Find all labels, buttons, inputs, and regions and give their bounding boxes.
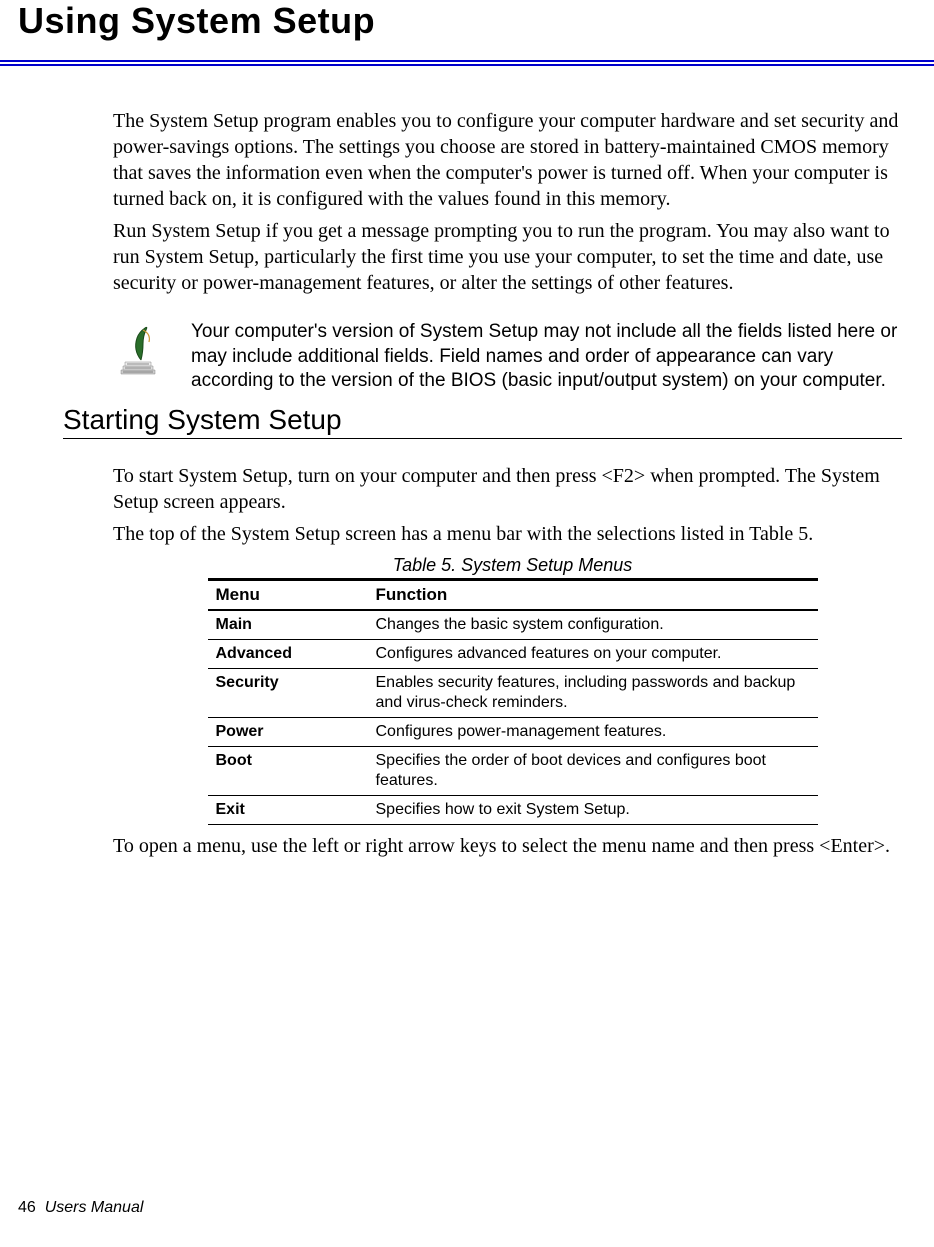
- table-cell-function: Specifies how to exit System Setup.: [368, 796, 818, 825]
- table-cell-function: Specifies the order of boot devices and …: [368, 747, 818, 796]
- table-cell-menu: Main: [208, 610, 368, 640]
- table-row: Advanced Configures advanced features on…: [208, 640, 818, 669]
- table-row: Boot Specifies the order of boot devices…: [208, 747, 818, 796]
- table-header-menu: Menu: [208, 580, 368, 611]
- footer-label: Users Manual: [45, 1199, 144, 1216]
- table-row: Power Configures power-management featur…: [208, 718, 818, 747]
- table-cell-menu: Security: [208, 669, 368, 718]
- section-heading: Starting System Setup: [63, 404, 912, 438]
- section-divider: [63, 438, 902, 439]
- table-cell-function: Enables security features, including pas…: [368, 669, 818, 718]
- table-cell-function: Configures power-management features.: [368, 718, 818, 747]
- note-icon: [113, 322, 163, 387]
- page-footer: 46 Users Manual: [18, 1199, 143, 1217]
- section-paragraph-1: To start System Setup, turn on your comp…: [113, 463, 912, 515]
- table-caption: Table 5. System Setup Menus: [113, 555, 912, 576]
- note-block: Your computer's version of System Setup …: [113, 320, 912, 394]
- intro-paragraph-2: Run System Setup if you get a message pr…: [113, 218, 912, 296]
- main-content: The System Setup program enables you to …: [0, 66, 934, 859]
- note-text: Your computer's version of System Setup …: [191, 320, 912, 394]
- section-paragraph-2: The top of the System Setup screen has a…: [113, 521, 912, 547]
- table-row: Exit Specifies how to exit System Setup.: [208, 796, 818, 825]
- intro-paragraph-1: The System Setup program enables you to …: [113, 108, 912, 212]
- table-cell-function: Configures advanced features on your com…: [368, 640, 818, 669]
- closing-paragraph: To open a menu, use the left or right ar…: [113, 833, 912, 859]
- table-cell-function: Changes the basic system configuration.: [368, 610, 818, 640]
- page-title: Using System Setup: [0, 0, 934, 42]
- table-row: Security Enables security features, incl…: [208, 669, 818, 718]
- table-header-row: Menu Function: [208, 580, 818, 611]
- table-row: Main Changes the basic system configurat…: [208, 610, 818, 640]
- table-cell-menu: Boot: [208, 747, 368, 796]
- system-setup-table: Menu Function Main Changes the basic sys…: [208, 578, 818, 825]
- table-cell-menu: Power: [208, 718, 368, 747]
- table-cell-menu: Advanced: [208, 640, 368, 669]
- table-header-function: Function: [368, 580, 818, 611]
- table-cell-menu: Exit: [208, 796, 368, 825]
- page-number: 46: [18, 1199, 36, 1216]
